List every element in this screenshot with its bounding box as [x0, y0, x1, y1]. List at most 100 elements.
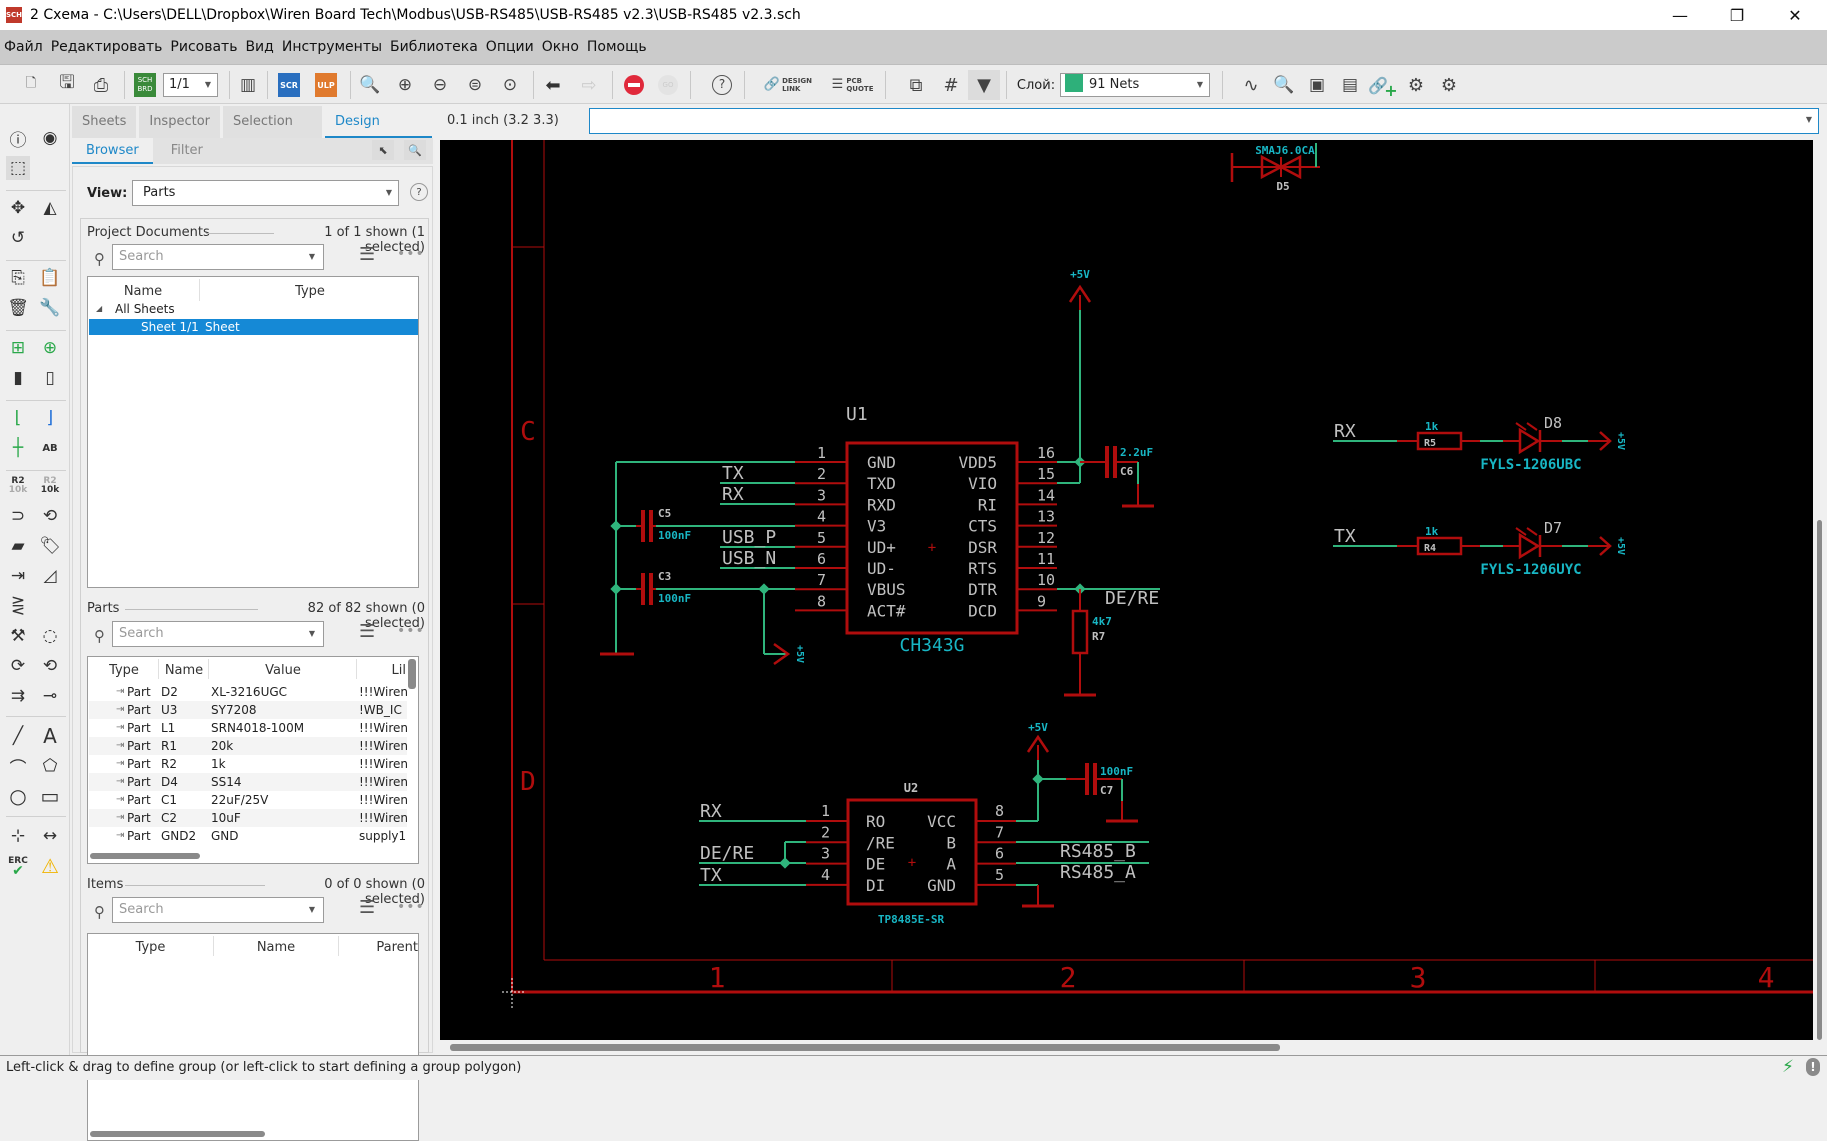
u1-ch343g[interactable]: U1 CH343G +1 GND 2 TXD 3 RXD 4 V3 5 UD+ 6 UD- 7 VBUS 8 AC…	[600, 268, 1160, 697]
parts-table-row[interactable]: ⇥ Part D2 XL-3216UGC !!!Wiren	[89, 683, 408, 701]
tab-sheets[interactable]: Sheets	[72, 106, 137, 138]
column-library[interactable]: Lil	[358, 663, 406, 678]
gate-swap-icon[interactable]: ▯	[38, 366, 62, 390]
tab-inspector[interactable]: Inspector	[139, 106, 220, 138]
menu-draw[interactable]: Рисовать	[170, 39, 237, 55]
smash-icon[interactable]: ⟲	[38, 504, 62, 528]
layer-select[interactable]: 91 Nets ▼	[1060, 73, 1210, 97]
canvas-vertical-scrollbar[interactable]	[1813, 140, 1827, 1040]
go-button[interactable]: GO	[656, 73, 680, 97]
parts-table-row[interactable]: ⇥ Part C2 10uF !!!Wiren	[89, 809, 408, 827]
oscilloscope-meter-icon[interactable]: ▤	[1337, 73, 1363, 97]
rotate-icon[interactable]: ↺	[6, 226, 30, 250]
erc-icon[interactable]: ERC ✔	[6, 854, 30, 878]
menu-file[interactable]: Файл	[4, 39, 43, 55]
parts-table-row[interactable]: ⇥ Part R2 1k !!!Wiren	[89, 755, 408, 773]
new-file-icon[interactable]: 🗋	[18, 73, 44, 97]
change-icon[interactable]: 🔧	[38, 296, 62, 320]
list-options-icon[interactable]: ☰	[359, 897, 375, 918]
items-search[interactable]: Search ▼	[112, 897, 324, 923]
show-icon[interactable]: ◉	[38, 126, 62, 150]
select-in-panel-icon[interactable]: ⬉	[372, 140, 394, 160]
list-options-icon[interactable]: ☰	[359, 621, 375, 642]
tree-root-all-sheets[interactable]: All Sheets	[115, 302, 175, 316]
join-icon[interactable]: ⇉	[6, 684, 30, 708]
sch-brd-switch-icon[interactable]: SCH BRD	[134, 73, 156, 97]
circle-icon[interactable]: ○	[6, 784, 30, 808]
mark-icon[interactable]: ⊹	[6, 824, 30, 848]
subtab-filter[interactable]: Filter	[152, 138, 221, 164]
tab-design-manager[interactable]: Design Manager	[325, 106, 432, 161]
text-icon[interactable]: A	[38, 724, 62, 748]
view-help-icon[interactable]: ?	[410, 183, 428, 201]
split-icon[interactable]: ◿	[38, 564, 62, 588]
parts-table-row[interactable]: ⇥ Part L1 SRN4018-100M !!!Wiren	[89, 719, 408, 737]
mirror-icon[interactable]: ◭	[38, 196, 62, 220]
probe-icon[interactable]: 🔍	[1271, 73, 1297, 97]
net-icon[interactable]: ⌊	[6, 406, 30, 430]
errors-warning-icon[interactable]: ⚠	[38, 854, 62, 878]
value-icon[interactable]: R2 10k	[38, 474, 62, 498]
schematic-canvas[interactable]: CD1234 U1 CH343G +1 GND 2 TXD 3 RXD 4 V3 5 UD+ 6 UD- 7…	[440, 140, 1813, 1040]
parts-vertical-scrollbar[interactable]	[408, 659, 416, 689]
more-options-icon[interactable]: •••	[397, 899, 425, 915]
zoom-out-icon[interactable]: ⊖	[428, 73, 452, 97]
expand-arrow-icon[interactable]: ◢	[96, 304, 102, 313]
dimension-icon[interactable]: ↔	[38, 824, 62, 848]
column-value[interactable]: Value	[210, 663, 356, 678]
update-gate-icon[interactable]: ⟲	[38, 654, 62, 678]
parts-table-row[interactable]: ⇥ Part D4 SS14 !!!Wiren	[89, 773, 408, 791]
library-icon[interactable]: ▥	[236, 73, 260, 97]
print-icon[interactable]: ⎙	[88, 73, 114, 97]
simulation-run-settings-icon[interactable]: ⚙	[1436, 73, 1462, 97]
copy-icon[interactable]: ⎘	[6, 266, 30, 290]
zoom-select-icon[interactable]: ⊙	[498, 73, 522, 97]
menu-view[interactable]: Вид	[245, 39, 273, 55]
column-type[interactable]: Type	[98, 663, 150, 678]
zoom-fit-icon[interactable]: 🔍	[358, 73, 382, 97]
tree-item-sheet-selected[interactable]: Sheet 1/1 Sheet	[89, 319, 418, 335]
label-icon[interactable]: AB	[38, 436, 62, 460]
add-part-icon[interactable]: ⊞	[6, 336, 30, 360]
layers-icon[interactable]: ⧉	[903, 73, 929, 97]
pin-swap-icon[interactable]: ⇥	[6, 564, 30, 588]
tab-selection-filter[interactable]: Selection Filter	[223, 106, 322, 161]
parts-table-row[interactable]: ⇥ Part U3 SY7208 !WB_IC	[89, 701, 407, 719]
name-icon[interactable]: R2 10k	[6, 474, 30, 498]
column-name[interactable]: Name	[160, 663, 208, 678]
optimize-icon[interactable]: ◌	[38, 624, 62, 648]
restore-button[interactable]: ❐	[1714, 0, 1760, 30]
parts-search[interactable]: Search ▼	[112, 621, 324, 647]
arc-icon[interactable]: ⌒	[6, 754, 30, 779]
info-icon[interactable]: ⓘ	[6, 126, 30, 151]
paint-roller-icon[interactable]: ⚒	[6, 624, 30, 648]
menu-edit[interactable]: Редактировать	[51, 39, 163, 55]
command-line-input[interactable]: ▼	[589, 108, 1819, 134]
polygon-icon[interactable]: ⬠	[38, 754, 62, 778]
lightning-icon[interactable]: ⚡	[1782, 1057, 1794, 1077]
zoom-to-selection-icon[interactable]: 🔍	[404, 140, 426, 160]
attribute-tag-icon[interactable]: 🏷	[38, 534, 62, 558]
redo-icon[interactable]: ⇨	[577, 73, 601, 97]
add-link-icon[interactable]: 🔗 +	[1368, 73, 1397, 100]
menu-options[interactable]: Опции	[486, 39, 534, 55]
line-icon[interactable]: ╱	[6, 724, 30, 748]
update-module-icon[interactable]: ⟳	[6, 654, 30, 678]
zoom-in-icon[interactable]: ⊕	[393, 73, 417, 97]
delete-icon[interactable]: 🗑	[6, 296, 30, 320]
group-select-icon[interactable]: ⬚	[6, 156, 30, 180]
design-link-button[interactable]: 🔗 DESIGN LINK	[760, 73, 816, 97]
sheet-select[interactable]: 1/1 ▼	[163, 73, 218, 97]
rectangle-icon[interactable]: ▭	[38, 784, 62, 808]
ulp-button[interactable]: ULP	[315, 73, 337, 97]
close-button[interactable]: ✕	[1772, 0, 1818, 30]
save-icon[interactable]: 🖫	[54, 72, 80, 97]
view-select[interactable]: Parts ▼	[132, 180, 399, 206]
menu-tools[interactable]: Инструменты	[282, 39, 382, 55]
package-icon[interactable]: ▰	[6, 534, 30, 558]
paste-icon[interactable]: 📋	[38, 266, 62, 290]
chevron-down-icon[interactable]: ▼	[1806, 115, 1812, 124]
menu-window[interactable]: Окно	[542, 39, 579, 55]
bus-icon[interactable]: ⌋	[38, 406, 62, 430]
grid-icon[interactable]: #	[938, 73, 964, 97]
